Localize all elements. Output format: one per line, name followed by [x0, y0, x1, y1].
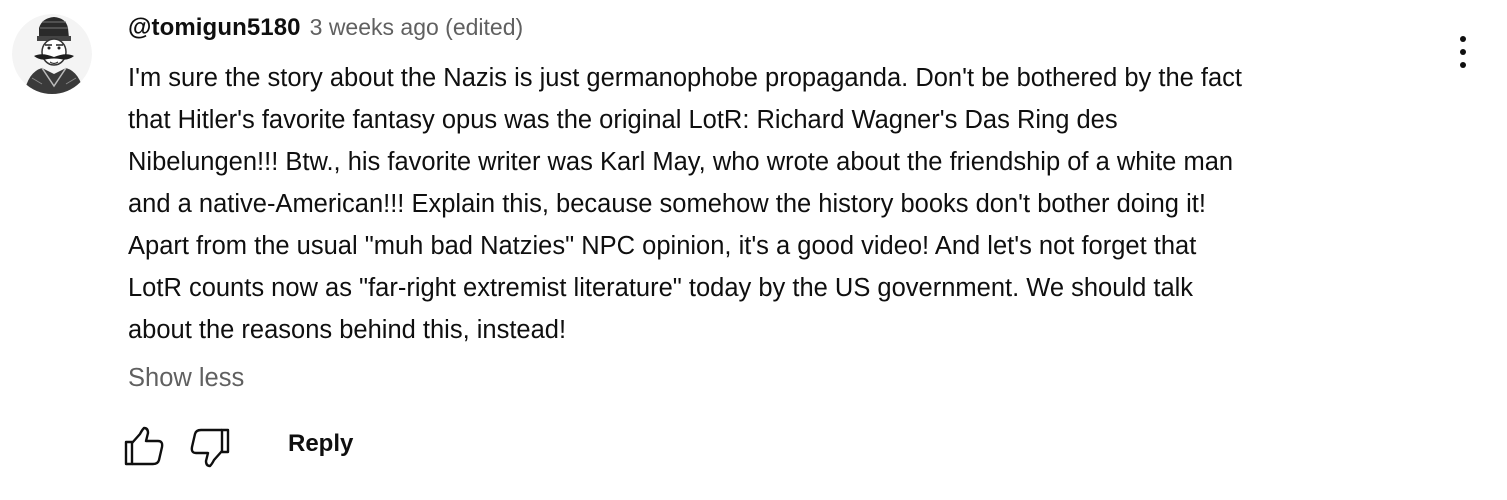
show-less-button[interactable]: Show less	[128, 364, 244, 393]
comment-header: @tomigun5180 3 weeks ago (edited)	[128, 14, 523, 46]
comment-line: LotR counts now as "far-right extremist …	[128, 274, 1194, 302]
more-options-button[interactable]	[1443, 30, 1483, 74]
avatar[interactable]	[12, 14, 92, 94]
comment-text: I'm sure the story about the Nazis is ju…	[128, 57, 1428, 351]
comment-line: I'm sure the story about the Nazis is ju…	[128, 64, 1242, 92]
comment-line: and a native-American!!! Explain this, b…	[128, 190, 1206, 218]
more-vert-icon-dot-2	[1460, 49, 1466, 55]
dislike-button[interactable]	[186, 422, 236, 470]
thumbs-up-icon	[124, 426, 164, 466]
timestamp[interactable]: 3 weeks ago (edited)	[310, 14, 524, 41]
author-name[interactable]: @tomigun5180	[128, 14, 301, 42]
more-vert-icon-dot-3	[1460, 62, 1466, 68]
thumbs-down-icon	[190, 428, 230, 468]
comment-line: about the reasons behind this, instead!	[128, 316, 567, 344]
comment-line: that Hitler's favorite fantasy opus was …	[128, 106, 1118, 134]
reply-button[interactable]: Reply	[288, 430, 353, 458]
avatar-portrait-icon	[12, 14, 92, 94]
like-button[interactable]	[118, 422, 168, 470]
comment-line: Nibelungen!!! Btw., his favorite writer …	[128, 148, 1234, 176]
more-vert-icon	[1460, 36, 1466, 42]
comment-thread: @tomigun5180 3 weeks ago (edited) I'm su…	[0, 0, 1507, 500]
comment-line: Apart from the usual "muh bad Natzies" N…	[128, 232, 1197, 260]
